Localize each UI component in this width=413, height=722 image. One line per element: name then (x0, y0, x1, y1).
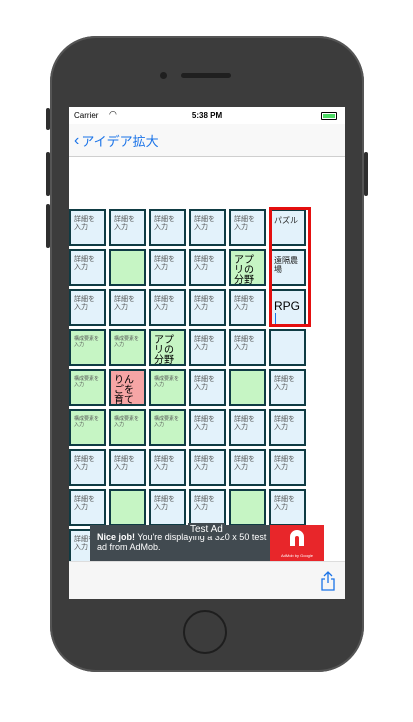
home-button[interactable] (183, 610, 227, 654)
grid-cell-r4-c1[interactable]: 構成要素を入力 (69, 329, 106, 366)
status-time: 5:38 PM (191, 111, 223, 120)
grid-cell-r2-c3[interactable]: 詳細を入力 (149, 249, 186, 286)
grid-cell-r8-c6[interactable]: 詳細を入力 (269, 489, 306, 526)
admob-icon (290, 530, 304, 546)
grid-cell-r3-c3[interactable]: 詳細を入力 (149, 289, 186, 326)
grid-cell-r6-c2[interactable]: 構成要素を入力 (109, 409, 146, 446)
grid-cell-r3-c6[interactable]: RPG (269, 289, 306, 326)
status-bar: Carrier ◠ 5:38 PM (69, 107, 345, 124)
grid-cell-r2-c2[interactable] (109, 249, 146, 286)
grid-cell-r4-c6[interactable] (269, 329, 306, 366)
grid-cell-r8-c1[interactable]: 詳細を入力 (69, 489, 106, 526)
grid-cell-r7-c6[interactable]: 詳細を入力 (269, 449, 306, 486)
volume-up-button (46, 152, 50, 196)
mute-switch (46, 108, 50, 130)
text-cursor (275, 312, 276, 324)
grid-cell-r7-c1[interactable]: 詳細を入力 (69, 449, 106, 486)
grid-cell-r8-c3[interactable]: 詳細を入力 (149, 489, 186, 526)
grid-cell-r1-c3[interactable]: 詳細を入力 (149, 209, 186, 246)
ad-message: Nice job! You're displaying a 320 x 50 t… (97, 532, 267, 552)
grid-cell-r1-c1[interactable]: 詳細を入力 (69, 209, 106, 246)
grid-cell-r7-c5[interactable]: 詳細を入力 (229, 449, 266, 486)
grid-cell-r6-c6[interactable]: 詳細を入力 (269, 409, 306, 446)
grid-cell-r5-c6[interactable]: 詳細を入力 (269, 369, 306, 406)
grid-cell-r5-c1[interactable]: 構成要素を入力 (69, 369, 106, 406)
admob-logo: AdMob by Google (270, 525, 324, 561)
grid-cell-r7-c4[interactable]: 詳細を入力 (189, 449, 226, 486)
grid-cell-r6-c1[interactable]: 構成要素を入力 (69, 409, 106, 446)
back-button[interactable]: ‹ アイデア拡大 (74, 131, 159, 150)
earpiece-speaker (181, 73, 231, 78)
grid-cell-r5-c4[interactable]: 詳細を入力 (189, 369, 226, 406)
grid-cell-r3-c2[interactable]: 詳細を入力 (109, 289, 146, 326)
grid-cell-r5-c2[interactable]: りんごを育てるアプリ (109, 369, 146, 406)
grid-cell-r8-c2[interactable] (109, 489, 146, 526)
grid-cell-r6-c4[interactable]: 詳細を入力 (189, 409, 226, 446)
grid-cell-r7-c3[interactable]: 詳細を入力 (149, 449, 186, 486)
grid-cell-r1-c6[interactable]: パズル (269, 209, 306, 246)
grid-cell-r3-c5[interactable]: 詳細を入力 (229, 289, 266, 326)
volume-down-button (46, 204, 50, 248)
grid-cell-r1-c5[interactable]: 詳細を入力 (229, 209, 266, 246)
bottom-toolbar (69, 561, 345, 599)
grid-cell-r5-c5[interactable] (229, 369, 266, 406)
chevron-left-icon: ‹ (74, 132, 80, 149)
navigation-bar: ‹ アイデア拡大 (69, 124, 345, 157)
grid-cell-r3-c4[interactable]: 詳細を入力 (189, 289, 226, 326)
ad-title: Nice job! (97, 532, 136, 542)
grid-cell-r4-c5[interactable]: 詳細を入力 (229, 329, 266, 366)
battery-icon (321, 112, 337, 120)
power-button (364, 152, 368, 196)
grid-cell-r3-c1[interactable]: 詳細を入力 (69, 289, 106, 326)
grid-cell-r2-c6[interactable]: 遠隔農場 (269, 249, 306, 286)
grid-cell-r7-c2[interactable]: 詳細を入力 (109, 449, 146, 486)
grid-cell-r4-c4[interactable]: 詳細を入力 (189, 329, 226, 366)
grid-cell-r8-c5[interactable] (229, 489, 266, 526)
test-ad-label: Test Ad (188, 523, 225, 536)
back-button-label: アイデア拡大 (81, 134, 159, 149)
admob-brand: AdMob by Google (280, 553, 314, 558)
grid-cell-r4-c3[interactable]: アプリの分野 (149, 329, 186, 366)
front-camera (160, 72, 167, 79)
grid-cell-r6-c5[interactable]: 詳細を入力 (229, 409, 266, 446)
grid-cell-r2-c1[interactable]: 詳細を入力 (69, 249, 106, 286)
grid-cell-r4-c2[interactable]: 構成要素を入力 (109, 329, 146, 366)
grid-cell-r2-c5[interactable]: アプリの分野 (229, 249, 266, 286)
admob-banner[interactable]: Nice job! You're displaying a 320 x 50 t… (90, 523, 324, 561)
share-icon[interactable] (321, 571, 335, 591)
grid-cell-r2-c4[interactable]: 詳細を入力 (189, 249, 226, 286)
grid-cell-r1-c2[interactable]: 詳細を入力 (109, 209, 146, 246)
grid-cell-r6-c3[interactable]: 構成要素を入力 (149, 409, 186, 446)
grid-cell-r5-c3[interactable]: 構成要素を入力 (149, 369, 186, 406)
grid-cell-r1-c4[interactable]: 詳細を入力 (189, 209, 226, 246)
screen: Carrier ◠ 5:38 PM ‹ アイデア拡大 詳細を入力 詳細を入力 詳細を… (69, 107, 345, 599)
grid-cell-r8-c4[interactable]: 詳細を入力 (189, 489, 226, 526)
